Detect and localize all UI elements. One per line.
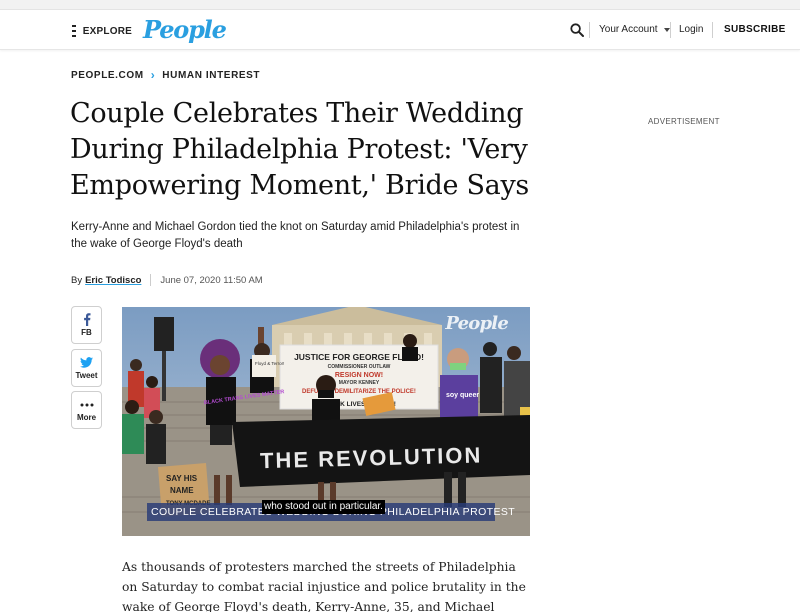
article-dek: Kerry-Anne and Michael Gordon tied the k… (71, 221, 520, 250)
video-caption: who stood out in particular. (262, 500, 385, 514)
sign-line-3: RESIGN NOW! (335, 372, 383, 379)
breadcrumb: PEOPLE.COM › HUMAN INTEREST (71, 68, 260, 82)
search-icon[interactable] (570, 23, 584, 37)
publish-date: June 07, 2020 11:50 AM (160, 274, 263, 286)
breadcrumb-item-home[interactable]: PEOPLE.COM (71, 70, 144, 81)
svg-text:SAY HIS: SAY HIS (166, 474, 198, 483)
video-player[interactable]: SAY HIS NAME TONY MCDADE JUSTICE FOR GEO… (122, 307, 530, 536)
svg-text:NAME: NAME (170, 486, 194, 495)
header-divider (589, 22, 590, 38)
twitter-icon (80, 356, 93, 369)
browser-top-strip (0, 0, 800, 10)
site-header: EXPLORE People Your Account Login SUBSCR… (0, 10, 800, 50)
login-link[interactable]: Login (679, 24, 703, 35)
share-twitter-label: Tweet (75, 371, 98, 380)
article-body-paragraph: As thousands of protesters marched the s… (122, 557, 532, 612)
byline-divider (150, 274, 152, 286)
author-link[interactable]: Eric Todisco (85, 275, 141, 286)
facebook-icon (83, 313, 91, 326)
sign-line-2: COMMISSIONER OUTLAW (328, 364, 391, 370)
share-facebook-label: FB (81, 328, 92, 337)
chevron-right-icon: › (150, 68, 156, 82)
more-dots-icon (80, 398, 94, 411)
share-twitter-button[interactable]: Tweet (71, 349, 102, 387)
article-title: Couple Celebrates Their Wedding During P… (70, 98, 529, 201)
explore-menu-button[interactable]: EXPLORE (72, 23, 132, 39)
hamburger-icon (72, 25, 76, 37)
byline-prefix: By (71, 274, 83, 286)
sign-line-4: MAYOR KENNEY (339, 380, 380, 386)
side-sign-text: Floyd & Terror! (255, 361, 284, 366)
explore-label: EXPLORE (82, 25, 132, 37)
header-divider (712, 22, 713, 38)
byline: By Eric Todisco June 07, 2020 11:50 AM (71, 274, 263, 286)
your-account-label: Your Account (599, 24, 658, 35)
your-account-dropdown[interactable]: Your Account (599, 24, 670, 35)
subscribe-link[interactable]: SUBSCRIBE (724, 24, 786, 35)
people-logo[interactable]: People (143, 15, 227, 44)
advertisement-label: ADVERTISEMENT (648, 117, 720, 126)
share-more-button[interactable]: More (71, 391, 102, 429)
breadcrumb-item-category[interactable]: HUMAN INTEREST (162, 70, 260, 81)
share-more-label: More (76, 413, 97, 422)
caret-down-icon (663, 27, 670, 32)
george-floyd-death-link[interactable]: George Floyd's death (174, 600, 307, 612)
video-watermark-logo: People (445, 313, 508, 334)
header-divider (670, 22, 671, 38)
share-facebook-button[interactable]: FB (71, 306, 102, 344)
